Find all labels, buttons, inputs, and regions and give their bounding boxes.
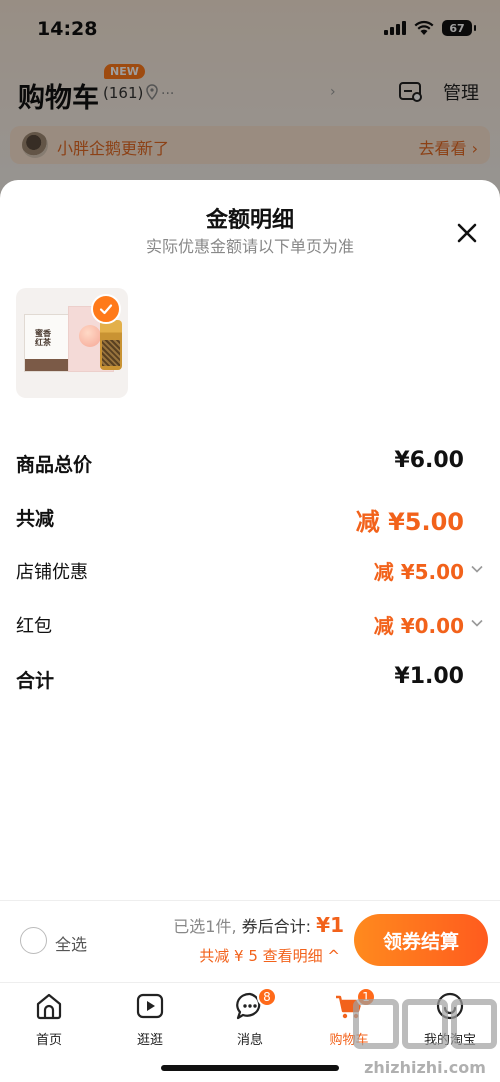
row-label: 店铺优惠: [16, 562, 88, 583]
select-all-radio[interactable]: [20, 927, 47, 954]
selected-check-icon[interactable]: [91, 294, 121, 324]
after-coupon-label: 券后合计:: [241, 917, 312, 936]
tab-label: 首页: [35, 1033, 62, 1048]
tab-messages[interactable]: 8 消息: [210, 987, 290, 1048]
tab-label: 购物车: [329, 1033, 369, 1048]
tab-label: 我的淘宝: [423, 1033, 476, 1048]
product-package-image: 蜜香红茶: [24, 314, 74, 372]
home-indicator: [161, 1065, 339, 1071]
view-detail-link[interactable]: 共减 ¥ 5 查看明细 ^: [199, 945, 340, 966]
row-goods-total: 商品总价 ¥6.00: [16, 448, 484, 478]
row-store-discount[interactable]: 店铺优惠 减 ¥5.00: [16, 556, 484, 586]
summary-line: 已选1件, 券后合计: ¥1: [173, 913, 344, 937]
close-button[interactable]: [452, 218, 482, 248]
tab-cart[interactable]: 1 购物车: [309, 987, 389, 1048]
row-label: 合计: [16, 670, 55, 692]
chevron-down-icon[interactable]: [470, 616, 484, 630]
amount-detail-sheet: 金额明细 实际优惠金额请以下单页为准 蜜香红茶 商品总价 ¥6.00 共减 减 …: [0, 180, 500, 900]
play-icon: [136, 993, 164, 1019]
profile-icon: [436, 992, 464, 1020]
select-all-label[interactable]: 全选: [55, 931, 87, 955]
home-icon: [36, 993, 62, 1020]
sheet-title: 金额明细: [205, 208, 294, 233]
row-total-discount: 共减 减 ¥5.00: [16, 502, 484, 536]
row-value: 减 ¥5.00: [373, 560, 464, 584]
row-value: ¥6.00: [394, 448, 464, 473]
message-badge: 8: [257, 987, 277, 1007]
checkout-button[interactable]: 领券结算: [354, 914, 488, 966]
row-red-packet[interactable]: 红包 减 ¥0.00: [16, 610, 484, 640]
selected-count: 已选1件,: [173, 917, 237, 936]
row-label: 共减: [16, 508, 55, 530]
tab-label: 消息: [236, 1033, 263, 1048]
cart-badge: 1: [356, 987, 376, 1007]
tab-home[interactable]: 首页: [9, 991, 89, 1048]
close-icon: [457, 223, 477, 243]
row-label: 红包: [16, 616, 52, 637]
sheet-subtitle: 实际优惠金额请以下单页为准: [145, 237, 354, 256]
row-value: ¥1.00: [394, 664, 464, 689]
row-value: 减 ¥5.00: [355, 508, 464, 536]
row-value: 减 ¥0.00: [373, 614, 464, 638]
chevron-down-icon[interactable]: [470, 562, 484, 576]
checkout-bar: 全选 已选1件, 券后合计: ¥1 共减 ¥ 5 查看明细 ^ 领券结算: [0, 900, 500, 982]
tab-profile[interactable]: 我的淘宝: [410, 991, 490, 1048]
product-jar-image: [100, 320, 122, 370]
row-label: 商品总价: [16, 454, 93, 476]
tab-explore[interactable]: 逛逛: [110, 991, 190, 1048]
total-price: ¥1: [316, 913, 344, 937]
row-grand-total: 合计 ¥1.00: [16, 664, 484, 694]
tab-label: 逛逛: [136, 1033, 163, 1048]
